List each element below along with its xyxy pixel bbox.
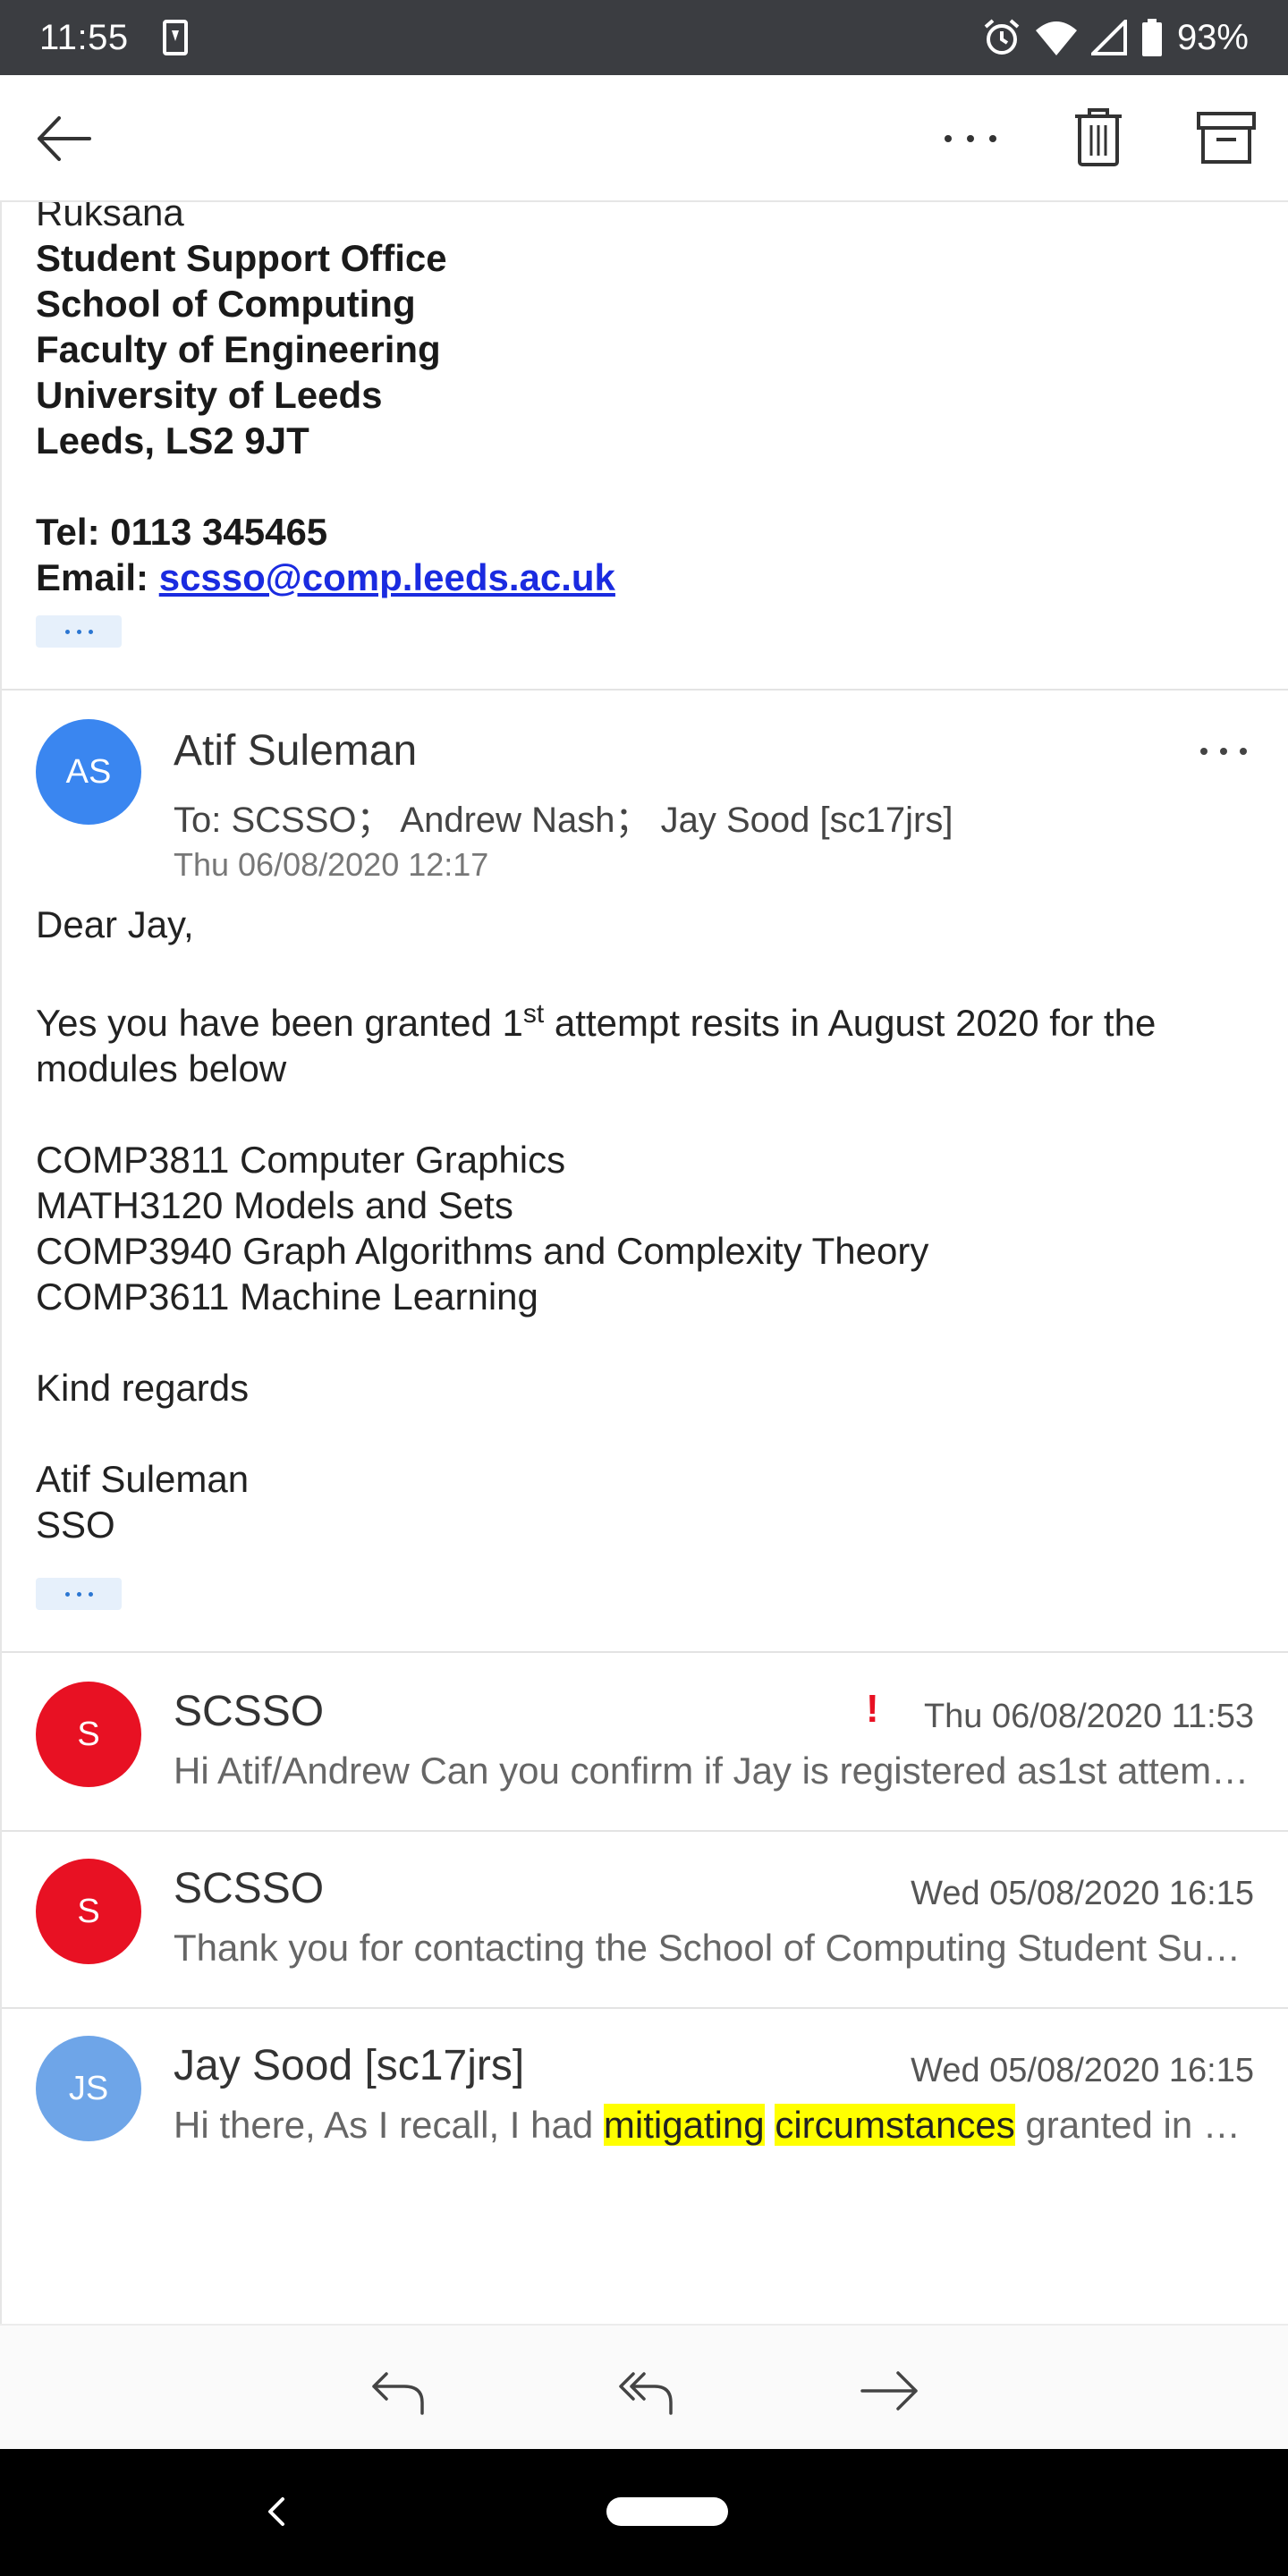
email-link[interactable]: scsso@comp.leeds.ac.uk [159, 556, 615, 598]
row-sender: Jay Sood [sc17jrs] [174, 2042, 525, 2089]
conversation-view[interactable]: Ruksana Student Support Office School of… [0, 202, 1288, 2324]
signature-line: University of Leeds [36, 374, 383, 416]
alarm-icon [984, 19, 1020, 55]
show-quoted-text-button[interactable] [36, 615, 122, 648]
signature-line: School of Computing [36, 283, 416, 325]
message-more-icon[interactable] [1200, 742, 1258, 760]
greeting: Dear Jay, [36, 903, 194, 945]
app-toolbar [0, 75, 1288, 202]
message-divider [2, 1651, 1288, 1653]
archive-icon[interactable] [1197, 111, 1256, 165]
row-date: Wed 05/08/2020 16:15 [911, 1875, 1254, 1912]
row-preview: Thank you for contacting the School of C… [174, 1927, 1258, 1969]
signature-line: Leeds, LS2 9JT [36, 419, 309, 462]
important-icon: ! [866, 1687, 879, 1731]
row-sender: SCSSO [174, 1865, 325, 1912]
message-body: Dear Jay, Yes you have been granted 1st … [36, 902, 1156, 1547]
sign-name: Atif Suleman [36, 1458, 250, 1500]
row-date: Wed 05/08/2020 16:15 [911, 2052, 1254, 2089]
trash-icon[interactable] [1073, 107, 1123, 166]
closing: Kind regards [36, 1367, 250, 1409]
row-sender: SCSSO [174, 1688, 325, 1735]
signal-icon [1090, 20, 1127, 55]
show-quoted-text-button[interactable] [36, 1578, 122, 1610]
forward-icon[interactable] [859, 2361, 921, 2420]
message-divider [2, 2007, 1288, 2009]
module-line: COMP3940 Graph Algorithms and Complexity… [36, 1230, 929, 1272]
previous-message-signature: Ruksana Student Support Office School of… [36, 202, 615, 600]
signature-email-line: Email: scsso@comp.leeds.ac.uk [36, 556, 615, 598]
reply-icon[interactable] [369, 2361, 431, 2420]
signature-cut-line: Ruksana [36, 202, 184, 233]
more-icon[interactable] [939, 116, 1002, 161]
reply-all-icon[interactable] [615, 2361, 678, 2420]
row-preview: Hi Atif/Andrew Can you confirm if Jay is… [174, 1750, 1258, 1792]
battery-icon [1141, 19, 1162, 56]
avatar[interactable]: AS [36, 719, 141, 825]
status-time: 11:55 [39, 17, 129, 57]
message-action-bar [0, 2324, 1288, 2449]
signature-line: Faculty of Engineering [36, 328, 441, 370]
message-date: Thu 06/08/2020 12:17 [174, 846, 489, 883]
back-arrow-icon[interactable] [34, 109, 93, 168]
message-divider [2, 1830, 1288, 1832]
search-highlight: circumstances [775, 2104, 1015, 2146]
signature-tel: Tel: 0113 345465 [36, 511, 328, 553]
status-bar: 11:55 93% [0, 0, 1288, 75]
battery-percent: 93% [1176, 17, 1249, 57]
module-line: COMP3811 Computer Graphics [36, 1139, 566, 1181]
module-line: MATH3120 Models and Sets [36, 1184, 513, 1226]
download-icon [162, 20, 188, 55]
message-sender: Atif Suleman [174, 727, 418, 775]
module-line: COMP3611 Machine Learning [36, 1275, 538, 1318]
avatar[interactable]: S [36, 1682, 141, 1787]
body-paragraph-line2: modules below [36, 1047, 287, 1089]
body-paragraph: Yes you have been granted 1st attempt re… [36, 999, 1157, 1045]
signature-line: Student Support Office [36, 237, 447, 279]
row-date: Thu 06/08/2020 11:53 [923, 1698, 1254, 1735]
avatar[interactable]: S [36, 1859, 141, 1964]
row-preview: Hi there, As I recall, I had mitigating … [174, 2104, 1258, 2146]
message-divider [2, 689, 1288, 691]
message-recipients[interactable]: To: SCSSO； Andrew Nash； Jay Sood [sc17jr… [174, 791, 953, 843]
home-pill[interactable] [606, 2497, 728, 2526]
wifi-icon [1035, 21, 1077, 55]
nav-back-icon[interactable] [263, 2494, 290, 2529]
avatar[interactable]: JS [36, 2036, 141, 2141]
system-navigation-bar [0, 2449, 1288, 2576]
search-highlight: mitigating [603, 2104, 765, 2146]
sign-role: SSO [36, 1504, 115, 1546]
